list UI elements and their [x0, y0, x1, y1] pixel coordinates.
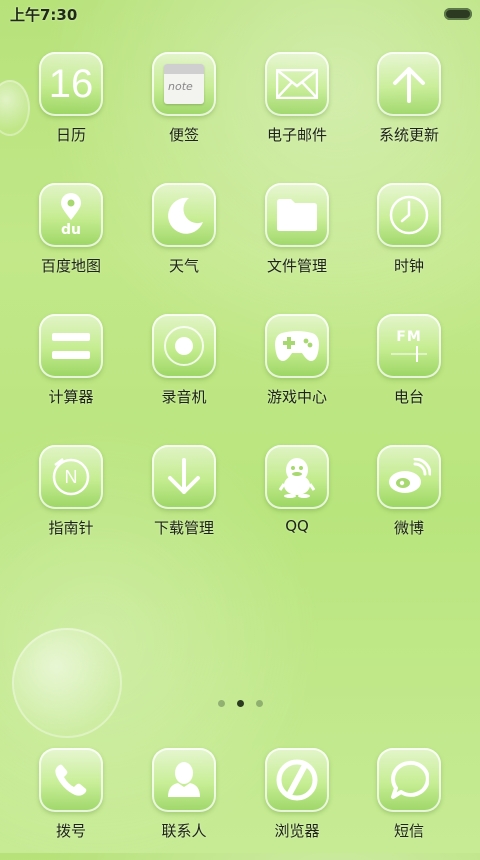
mail-icon [265, 52, 329, 116]
gamepad-icon [265, 314, 329, 378]
dock-messages[interactable]: 短信 [361, 740, 457, 860]
weibo-icon [377, 445, 441, 509]
app-download-manager[interactable]: 下载管理 [136, 437, 232, 557]
browser-icon [265, 748, 329, 812]
moon-icon [152, 183, 216, 247]
app-label: 系统更新 [378, 126, 439, 144]
penguin-icon [265, 445, 329, 509]
app-radio[interactable]: FM 电台 [361, 306, 457, 426]
arrow-up-icon [377, 52, 441, 116]
app-label: 计算器 [48, 388, 94, 406]
page-indicator[interactable] [0, 700, 480, 707]
battery-icon [444, 8, 472, 20]
page-dot[interactable] [255, 700, 263, 707]
app-label: 指南针 [48, 519, 94, 537]
app-weibo[interactable]: 微博 [361, 437, 457, 557]
app-clock[interactable]: 时钟 [361, 175, 457, 295]
app-label: 电子邮件 [266, 126, 327, 144]
app-row: 16 日历 note 便签 电子邮件 系统更新 [0, 44, 480, 174]
radio-fm-text: FM [396, 329, 422, 345]
dock-contacts[interactable]: 联系人 [136, 740, 232, 860]
message-icon [377, 748, 441, 812]
app-label: 录音机 [161, 388, 207, 406]
note-text: note [168, 80, 193, 93]
app-label: 下载管理 [153, 519, 214, 537]
page-dot[interactable] [217, 700, 225, 707]
folder-icon [265, 183, 329, 247]
app-qq[interactable]: QQ [249, 437, 345, 557]
app-recorder[interactable]: 录音机 [136, 306, 232, 426]
phone-icon [39, 748, 103, 812]
app-label: 电台 [393, 388, 424, 406]
calendar-icon: 16 [39, 52, 103, 116]
compass-icon: N [39, 445, 103, 509]
page-dot-active[interactable] [236, 700, 244, 707]
app-label: 时钟 [393, 257, 424, 275]
clock-icon [377, 183, 441, 247]
app-row: N 指南针 下载管理 QQ 微博 [0, 437, 480, 567]
app-weather[interactable]: 天气 [136, 175, 232, 295]
app-label: 联系人 [161, 822, 207, 840]
app-label: 浏览器 [274, 822, 320, 840]
app-label: 便签 [168, 126, 199, 144]
app-row: 计算器 录音机 游戏中心 FM 电台 [0, 306, 480, 436]
app-baidu-map[interactable]: du 百度地图 [23, 175, 119, 295]
dock: 拨号 联系人 浏览器 短信 [0, 744, 480, 854]
app-label: 拨号 [55, 822, 86, 840]
app-label: QQ [285, 517, 309, 535]
app-file-manager[interactable]: 文件管理 [249, 175, 345, 295]
dock-phone[interactable]: 拨号 [23, 740, 119, 860]
map-pin-text: du [61, 221, 81, 238]
app-label: 游戏中心 [266, 388, 327, 406]
app-compass[interactable]: N 指南针 [23, 437, 119, 557]
compass-text: N [64, 466, 78, 487]
background-bubble [12, 628, 122, 738]
dock-browser[interactable]: 浏览器 [249, 740, 345, 860]
app-game-center[interactable]: 游戏中心 [249, 306, 345, 426]
contact-icon [152, 748, 216, 812]
equals-icon [39, 314, 103, 378]
map-pin-icon: du [39, 183, 103, 247]
app-notes[interactable]: note 便签 [136, 44, 232, 164]
calendar-day: 16 [48, 61, 94, 106]
arrow-down-icon [152, 445, 216, 509]
record-icon [152, 314, 216, 378]
status-bar: 上午7:30 [0, 0, 480, 28]
app-system-update[interactable]: 系统更新 [361, 44, 457, 164]
app-label: 天气 [168, 257, 199, 275]
app-label: 百度地图 [40, 257, 101, 275]
radio-fm-icon: FM [377, 314, 441, 378]
app-row: du 百度地图 天气 文件管理 时钟 [0, 175, 480, 305]
app-calendar[interactable]: 16 日历 [23, 44, 119, 164]
app-label: 日历 [55, 126, 86, 144]
app-label: 微博 [393, 519, 424, 537]
note-icon: note [152, 52, 216, 116]
app-calculator[interactable]: 计算器 [23, 306, 119, 426]
app-mail[interactable]: 电子邮件 [249, 44, 345, 164]
app-label: 文件管理 [266, 257, 327, 275]
status-time: 上午7:30 [10, 5, 78, 24]
app-label: 短信 [393, 822, 424, 840]
